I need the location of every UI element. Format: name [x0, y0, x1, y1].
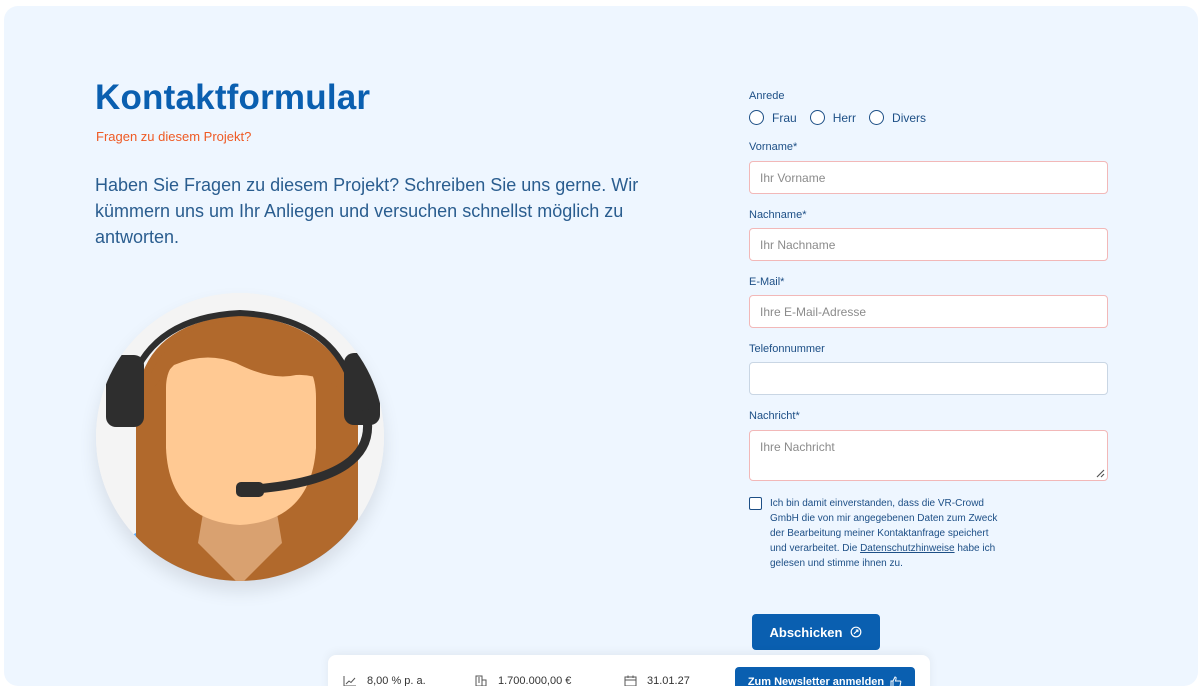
consent-text: Ich bin damit einverstanden, dass die VR…	[770, 496, 1000, 571]
newsletter-button-label: Zum Newsletter anmelden	[747, 676, 885, 686]
radio-circle-icon[interactable]	[869, 110, 885, 125]
first-name-label: Vorname*	[749, 141, 798, 153]
message-label: Nachricht*	[749, 410, 800, 422]
radio-circle-icon[interactable]	[749, 110, 764, 125]
thumbs-up-icon	[890, 676, 902, 686]
radio-label-divers: Divers	[892, 110, 927, 125]
submit-button-label: Abschicken	[769, 624, 843, 640]
page-title: Kontaktformular	[95, 78, 371, 117]
project-info-bar: 8,00 % p. a. 1.700.000,00 € 31.01.27 Zum…	[328, 655, 930, 686]
radio-label-frau: Frau	[772, 110, 797, 125]
end-date-value: 31.01.27	[647, 675, 690, 686]
support-agent-illustration	[96, 293, 384, 581]
phone-label: Telefonnummer	[749, 343, 825, 355]
email-input[interactable]	[749, 295, 1108, 328]
last-name-input[interactable]	[749, 228, 1108, 261]
calendar-icon	[624, 675, 637, 686]
message-textarea[interactable]	[749, 430, 1108, 481]
trend-chart-icon	[343, 675, 357, 686]
salutation-radio-group: Frau Herr Divers	[749, 110, 939, 125]
resize-handle-icon[interactable]	[1095, 468, 1105, 478]
submit-button[interactable]: Abschicken	[752, 614, 880, 650]
radio-frau[interactable]: Frau	[749, 110, 797, 125]
contact-section: Kontaktformular Fragen zu diesem Projekt…	[4, 6, 1198, 686]
interest-rate-value: 8,00 % p. a.	[367, 675, 426, 686]
first-name-input[interactable]	[749, 161, 1108, 194]
send-message-icon	[850, 626, 862, 638]
privacy-policy-link[interactable]: Datenschutzhinweise	[860, 543, 955, 554]
phone-input[interactable]	[749, 362, 1108, 395]
radio-circle-icon[interactable]	[809, 110, 825, 125]
email-label: E-Mail*	[749, 276, 785, 288]
newsletter-button[interactable]: Zum Newsletter anmelden	[735, 667, 915, 686]
salutation-label: Anrede	[749, 90, 785, 102]
headset-agent-icon	[96, 293, 384, 581]
end-date: 31.01.27	[624, 675, 690, 686]
interest-rate: 8,00 % p. a.	[343, 675, 426, 686]
building-icon	[474, 675, 488, 686]
radio-herr[interactable]: Herr	[809, 110, 857, 125]
funding-volume-value: 1.700.000,00 €	[498, 675, 572, 686]
consent-checkbox[interactable]	[749, 497, 762, 510]
intro-text: Haben Sie Fragen zu diesem Projekt? Schr…	[95, 175, 639, 247]
radio-divers[interactable]: Divers	[869, 110, 926, 125]
page-subtitle: Fragen zu diesem Projekt?	[96, 129, 252, 144]
radio-label-herr: Herr	[832, 110, 857, 125]
last-name-label: Nachname*	[749, 209, 807, 221]
funding-volume: 1.700.000,00 €	[474, 675, 571, 686]
